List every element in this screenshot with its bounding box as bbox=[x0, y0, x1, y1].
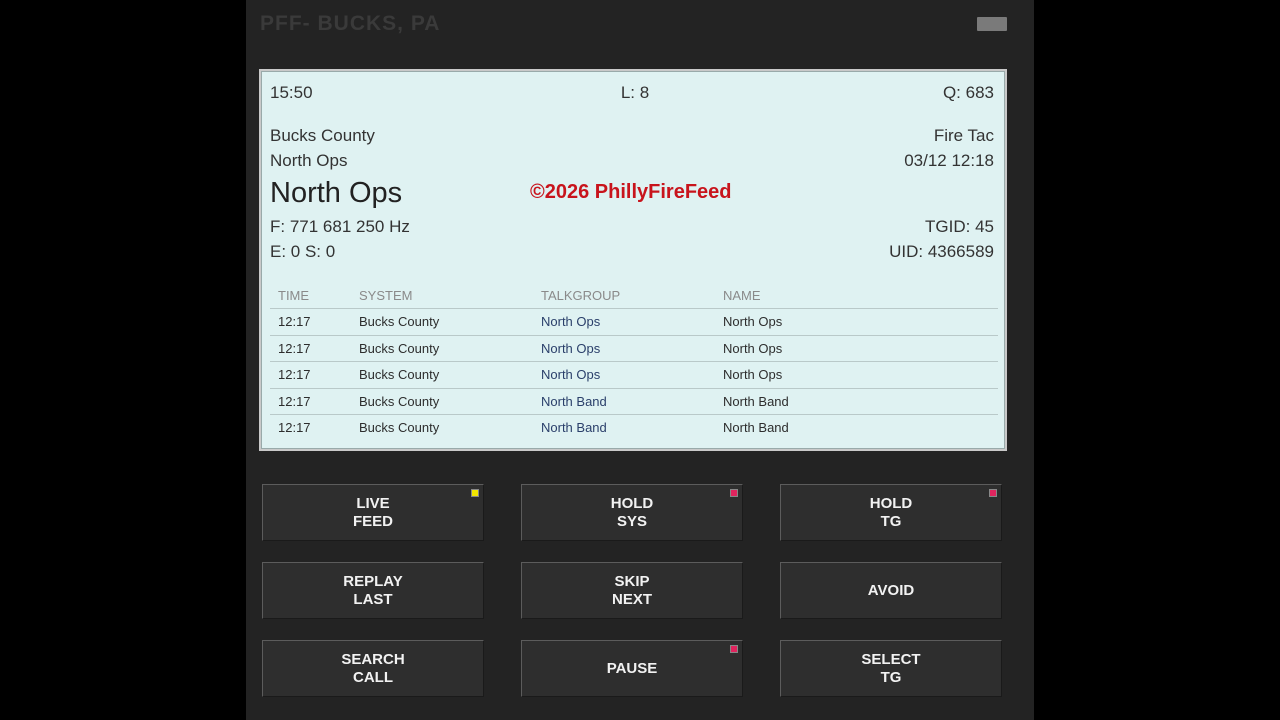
skip-next-button[interactable]: SKIP NEXT bbox=[521, 562, 743, 619]
cell-time: 12:17 bbox=[278, 420, 311, 436]
cell-name: North Ops bbox=[715, 308, 998, 336]
cell-time: 12:17 bbox=[270, 335, 351, 362]
hold-sys-label-line2: SYS bbox=[616, 512, 647, 530]
table-row[interactable]: 12:17 Bucks County North Ops North Ops bbox=[270, 335, 998, 362]
live-feed-button[interactable]: LIVE FEED bbox=[262, 484, 484, 541]
uid: UID: 4366589 bbox=[889, 242, 994, 261]
hold-sys-button[interactable]: HOLD SYS bbox=[521, 484, 743, 541]
select-tg-button[interactable]: SELECT TG bbox=[780, 640, 1002, 697]
skip-next-label-line2: NEXT bbox=[611, 590, 652, 608]
hold-sys-label-line1: HOLD bbox=[610, 494, 654, 512]
frequency: F: 771 681 250 Hz bbox=[270, 217, 410, 236]
watermark: ©2026 PhillyFireFeed bbox=[530, 181, 732, 203]
level-indicator: L: 8 bbox=[620, 83, 650, 102]
table-row[interactable]: 12:17 Bucks County North Band North Band bbox=[270, 388, 998, 415]
column-header-name: NAME bbox=[715, 282, 998, 309]
cell-talkgroup[interactable]: North Ops bbox=[533, 335, 715, 362]
avoid-button[interactable]: AVOID bbox=[780, 562, 1002, 619]
scanner-panel: PFF- BUCKS, PA 15:50 L: 8 Q: 683 Bucks C… bbox=[246, 0, 1034, 720]
column-header-time: TIME bbox=[270, 282, 351, 309]
cell-system: Bucks County bbox=[359, 420, 440, 436]
hold-tg-label-line2: TG bbox=[880, 512, 902, 530]
skip-next-label-line1: SKIP bbox=[614, 572, 650, 590]
hold-tg-button[interactable]: HOLD TG bbox=[780, 484, 1002, 541]
pause-button[interactable]: PAUSE bbox=[521, 640, 743, 697]
cell-talkgroup[interactable]: North Ops bbox=[533, 308, 715, 336]
talkgroup-tag: Fire Tac bbox=[933, 126, 994, 145]
replay-last-button[interactable]: REPLAY LAST bbox=[262, 562, 484, 619]
live-feed-indicator-led bbox=[471, 489, 479, 497]
app-title: PFF- BUCKS, PA bbox=[260, 12, 441, 35]
table-row[interactable]: 12:17 Bucks County North Ops North Ops bbox=[270, 308, 998, 336]
cell-name: North Band bbox=[723, 420, 789, 436]
clock: 15:50 bbox=[270, 83, 313, 102]
replay-last-label-line2: LAST bbox=[353, 590, 393, 608]
search-call-button[interactable]: SEARCH CALL bbox=[262, 640, 484, 697]
cell-time: 12:17 bbox=[270, 361, 351, 389]
pause-indicator-led bbox=[730, 645, 738, 653]
cell-name: North Band bbox=[715, 388, 998, 415]
pause-label: PAUSE bbox=[606, 659, 658, 677]
cell-name: North Ops bbox=[715, 361, 998, 389]
cell-system: Bucks County bbox=[351, 361, 533, 389]
live-feed-label-line1: LIVE bbox=[356, 494, 390, 512]
menu-toggle-icon[interactable] bbox=[977, 17, 1007, 31]
select-tg-label-line1: SELECT bbox=[861, 650, 921, 668]
system-name: Bucks County bbox=[270, 126, 375, 145]
site-name: North Ops bbox=[270, 151, 348, 170]
hold-tg-label-line1: HOLD bbox=[869, 494, 913, 512]
hold-sys-indicator-led bbox=[730, 489, 738, 497]
cell-system: Bucks County bbox=[351, 308, 533, 336]
replay-last-label-line1: REPLAY bbox=[343, 572, 403, 590]
select-tg-label-line2: TG bbox=[880, 668, 902, 686]
tgid: TGID: 45 bbox=[925, 217, 994, 236]
cell-talkgroup[interactable]: North Band bbox=[533, 388, 715, 415]
column-header-system: SYSTEM bbox=[351, 282, 533, 309]
scanner-display: 15:50 L: 8 Q: 683 Bucks County North Ops… bbox=[259, 69, 1007, 451]
table-row[interactable]: 12:17 Bucks County North Band North Band bbox=[270, 415, 998, 441]
live-feed-label-line2: FEED bbox=[352, 512, 393, 530]
cell-time: 12:17 bbox=[270, 308, 351, 336]
cell-talkgroup[interactable]: North Band bbox=[533, 415, 715, 441]
cell-name: North Ops bbox=[715, 335, 998, 362]
hold-tg-indicator-led bbox=[989, 489, 997, 497]
cell-time: 12:17 bbox=[270, 388, 351, 415]
call-log-table: TIME SYSTEM TALKGROUP NAME 12:17 Bucks C… bbox=[270, 282, 998, 441]
table-header-row: TIME SYSTEM TALKGROUP NAME bbox=[270, 282, 998, 309]
queue-count: Q: 683 bbox=[942, 83, 994, 102]
search-call-label-line1: SEARCH bbox=[341, 650, 405, 668]
error-status: E: 0 S: 0 bbox=[270, 242, 336, 261]
column-header-talkgroup: TALKGROUP bbox=[533, 282, 715, 309]
talkgroup-name: North Ops bbox=[270, 177, 403, 209]
search-call-label-line2: CALL bbox=[353, 668, 393, 686]
call-datetime: 03/12 12:18 bbox=[904, 151, 994, 170]
cell-system: Bucks County bbox=[351, 335, 533, 362]
table-row[interactable]: 12:17 Bucks County North Ops North Ops bbox=[270, 361, 998, 389]
cell-system: Bucks County bbox=[351, 388, 533, 415]
cell-talkgroup[interactable]: North Ops bbox=[533, 361, 715, 389]
avoid-label: AVOID bbox=[867, 581, 915, 599]
